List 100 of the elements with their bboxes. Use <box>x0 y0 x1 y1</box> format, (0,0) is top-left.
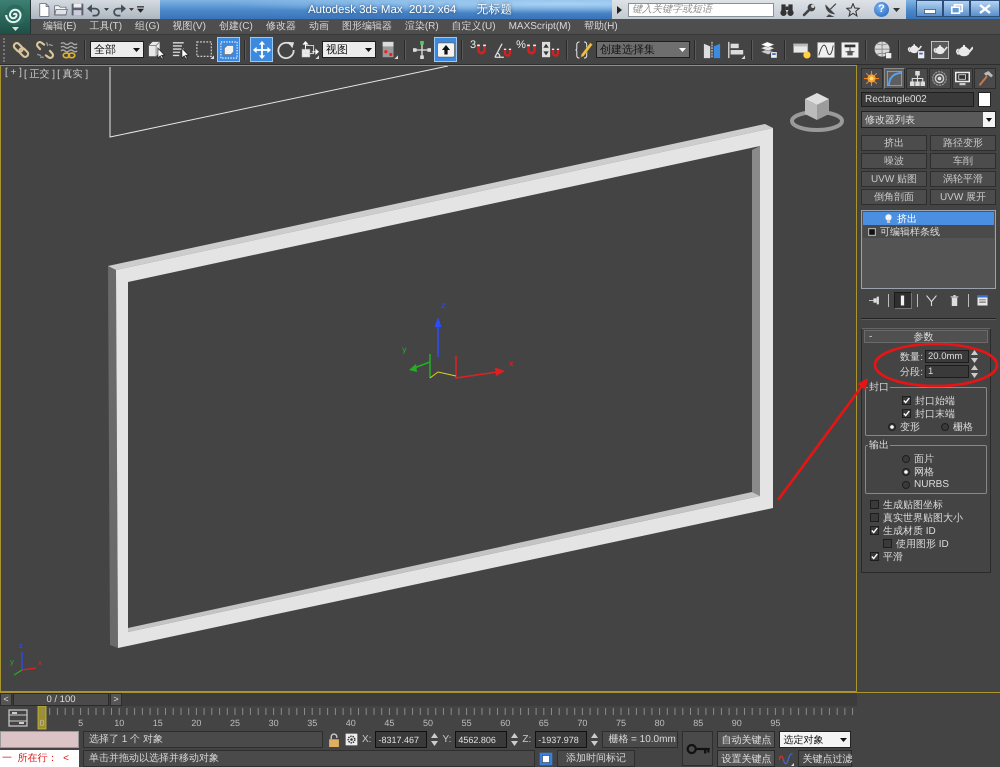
minimize-button[interactable] <box>916 0 943 17</box>
spinner-arrows-icon[interactable] <box>591 733 598 746</box>
toolbar-button[interactable]: % <box>515 37 538 62</box>
checkbox-label: 真实世界贴图大小 <box>883 512 963 524</box>
spinner-arrows-icon[interactable] <box>971 350 978 363</box>
toolbar-button[interactable] <box>800 2 818 16</box>
modifier-button[interactable]: UVW 贴图 <box>861 171 927 187</box>
key-filters-button[interactable]: 关键点过滤 <box>798 750 852 767</box>
menu-item[interactable]: 帮助(H) <box>580 19 622 34</box>
time-tag-icon[interactable] <box>539 752 553 766</box>
menu-item[interactable]: 动画 <box>304 19 333 34</box>
close-button[interactable] <box>970 0 1000 17</box>
stack-item[interactable]: 可编辑样条线 <box>863 225 994 238</box>
next-frame-button[interactable]: > <box>110 693 122 706</box>
checkbox[interactable] <box>870 500 879 509</box>
time-slider-thumb[interactable]: 0 / 100 <box>13 693 109 706</box>
set-key-mode-button[interactable]: 设置关键点 <box>717 750 776 767</box>
toolbar-button[interactable] <box>434 37 457 62</box>
current-frame-marker[interactable] <box>38 706 46 730</box>
modifier-button[interactable]: 挤出 <box>861 135 927 151</box>
checkbox[interactable] <box>902 409 911 418</box>
spinner-field[interactable]: 20.0mm <box>925 350 969 363</box>
stack-item[interactable]: 挤出 <box>863 212 994 225</box>
menu-item[interactable]: 自定义(U) <box>448 19 500 34</box>
panel-tab[interactable] <box>974 68 996 89</box>
radio-button[interactable] <box>902 480 910 488</box>
waves-chain-icon <box>60 40 78 58</box>
script-listener-input[interactable] <box>0 731 79 748</box>
modifier-list-dropdown[interactable]: 修改器列表 <box>861 111 996 128</box>
quick-access-button[interactable] <box>37 2 51 18</box>
angle-magnet-icon <box>494 40 512 58</box>
stack-tool-button[interactable] <box>894 292 912 309</box>
panel-tab[interactable] <box>884 68 906 89</box>
curve-wave-icon[interactable] <box>779 751 794 766</box>
quick-access-button[interactable] <box>112 2 126 18</box>
radio-button[interactable] <box>902 454 910 462</box>
panel-tab[interactable] <box>861 68 883 89</box>
radio-button[interactable] <box>902 468 910 476</box>
rotate-icon <box>276 40 294 58</box>
menu-item[interactable]: 编辑(E) <box>39 19 80 34</box>
search-expand-button[interactable] <box>615 6 624 14</box>
modifier-button[interactable]: 路径变形 <box>930 135 996 151</box>
selection-set-field[interactable]: 创建选择集 <box>596 41 690 58</box>
search-field[interactable]: 键入关键字或短语 <box>628 2 774 16</box>
coordinate-field[interactable]: -8317.467 <box>375 731 428 748</box>
spinner-field[interactable]: 1 <box>925 365 969 378</box>
quick-access-button[interactable] <box>87 2 101 18</box>
selection-filter-dropdown[interactable]: 全部 <box>90 41 144 58</box>
rollout-header[interactable]: - 参数 <box>864 330 988 343</box>
viewport-label[interactable]: [ + ] <box>4 67 23 81</box>
object-name-field[interactable]: Rectangle002 <box>861 92 974 107</box>
checkbox[interactable] <box>870 526 879 535</box>
viewport-label[interactable]: [ 正交 ] <box>22 67 56 81</box>
checkbox[interactable] <box>870 552 879 561</box>
menu-item[interactable]: 渲染(R) <box>400 19 443 34</box>
panel-tab[interactable] <box>906 68 928 89</box>
checkbox[interactable] <box>902 396 911 405</box>
modifier-button[interactable]: 倒角剖面 <box>861 189 927 205</box>
application-button[interactable] <box>0 0 31 34</box>
coordinate-system-dropdown[interactable]: 视图 <box>322 41 376 58</box>
time-tag-button[interactable]: 添加时间标记 <box>557 750 635 767</box>
time-slider-track[interactable]: < 0 / 100 > <box>0 693 857 706</box>
menu-item[interactable]: MAXScript(M) <box>504 19 575 34</box>
frame-number: 85 <box>693 718 704 728</box>
panel-tab[interactable] <box>929 68 951 89</box>
previous-frame-button[interactable]: < <box>0 693 12 706</box>
gear-square-icon[interactable] <box>345 733 358 746</box>
menu-item[interactable]: 修改器 <box>262 19 300 34</box>
menu-item[interactable]: 工具(T) <box>85 19 126 34</box>
quick-access-button[interactable] <box>71 2 84 18</box>
padlock-icon[interactable] <box>327 732 341 746</box>
menu-item[interactable]: 视图(V) <box>168 19 210 34</box>
restore-button[interactable] <box>943 0 970 17</box>
coordinate-label: Z: <box>522 734 532 745</box>
viewport-label[interactable]: [ 真实 ] <box>56 67 90 81</box>
spinner-arrows-icon[interactable] <box>971 365 978 378</box>
menu-item[interactable]: 创建(C) <box>214 19 257 34</box>
object-color-swatch[interactable] <box>978 92 991 107</box>
radio-label: 面片 <box>914 452 934 466</box>
checkbox[interactable] <box>883 539 892 548</box>
radio-button[interactable] <box>941 422 949 430</box>
menu-item[interactable]: 组(G) <box>131 19 164 34</box>
modifier-button[interactable]: 噪波 <box>861 153 927 169</box>
view-cube[interactable] <box>790 93 844 132</box>
radio-button[interactable] <box>888 422 896 430</box>
menu-item[interactable]: 图形编辑器 <box>338 19 396 34</box>
modifier-button[interactable]: UVW 展开 <box>930 189 996 205</box>
modifier-button[interactable]: 涡轮平滑 <box>930 171 996 187</box>
checkbox[interactable] <box>870 513 879 522</box>
panel-tab[interactable] <box>952 68 974 89</box>
toolbar-button[interactable] <box>778 2 796 16</box>
spinner-arrows-icon[interactable] <box>511 733 518 746</box>
coordinate-field[interactable]: 4562.806 <box>455 731 508 748</box>
toolbar-button[interactable]: 3 <box>467 37 490 62</box>
auto-key-button[interactable]: 自动关键点 <box>717 731 776 748</box>
toolbar-button[interactable] <box>844 2 862 16</box>
coordinate-field[interactable]: -1937.978 <box>535 731 588 748</box>
spinner-arrows-icon[interactable] <box>431 733 438 746</box>
modifier-button[interactable]: 车削 <box>930 153 996 169</box>
key-mode-dropdown[interactable]: 选定对象 <box>779 731 852 748</box>
